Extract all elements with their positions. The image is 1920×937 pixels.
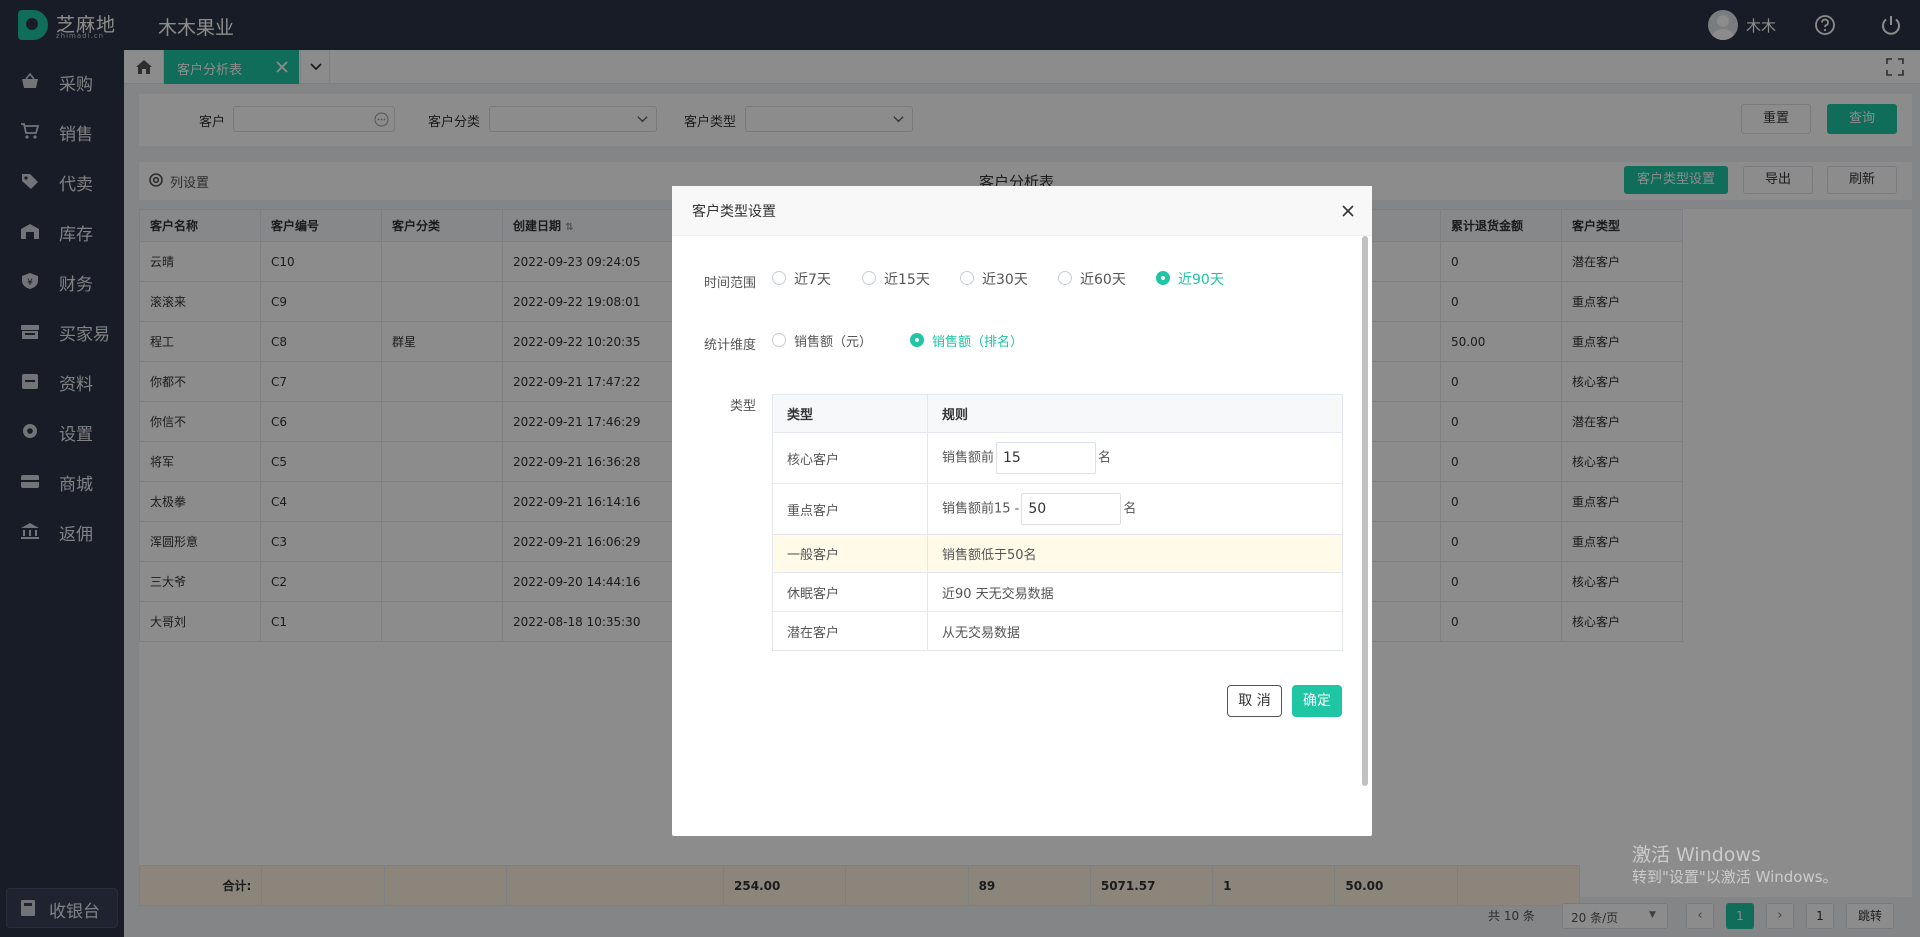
cancel-button[interactable]: 取 消 bbox=[1227, 685, 1282, 717]
rule-type: 核心客户 bbox=[772, 432, 928, 484]
radio-dot bbox=[1058, 271, 1072, 285]
rule-row-potential: 潜在客户 从无交易数据 bbox=[772, 611, 1343, 651]
rule-prefix: 销售额前 bbox=[942, 450, 995, 466]
dialog-header: 客户类型设置 bbox=[672, 186, 1372, 236]
radio-label: 近30天 bbox=[982, 272, 1028, 288]
rule-type: 潜在客户 bbox=[772, 611, 928, 651]
close-icon[interactable] bbox=[1340, 203, 1356, 219]
type-rules-table: 类型 规则 核心客户 销售额前 15 名 重点客户 销售额前15 -50 名 一般客户 … bbox=[772, 394, 1343, 651]
core-rank-input[interactable]: 15 bbox=[996, 442, 1097, 474]
customer-type-settings-dialog: 客户类型设置 时间范围 近7天 近15天 近30天 近60天 近90天 统计维度… bbox=[672, 186, 1372, 836]
radio-label: 近7天 bbox=[794, 272, 831, 288]
dimension-label: 统计维度 bbox=[704, 338, 757, 353]
activation-watermark-title: 激活 Windows bbox=[1632, 844, 1761, 866]
radio-dot bbox=[910, 333, 924, 347]
dialog-title: 客户类型设置 bbox=[692, 204, 776, 220]
rule-row-key: 重点客户 销售额前15 -50 名 bbox=[772, 483, 1343, 535]
rule-value-cell: 销售额前15 -50 名 bbox=[927, 483, 1343, 535]
rule-type: 休眠客户 bbox=[772, 572, 928, 612]
rule-type: 重点客户 bbox=[772, 483, 928, 535]
rule-suffix: 名 bbox=[1098, 450, 1112, 466]
radio-dot bbox=[772, 333, 786, 347]
radio-dot bbox=[862, 271, 876, 285]
rule-row-normal: 一般客户 销售额低于50名 bbox=[772, 534, 1343, 573]
rule-suffix: 名 bbox=[1123, 501, 1137, 517]
rule-value-cell: 销售额前 15 名 bbox=[927, 432, 1343, 484]
rule-row-core: 核心客户 销售额前 15 名 bbox=[772, 432, 1343, 484]
type-label: 类型 bbox=[730, 399, 757, 414]
rule-text: 近90 天无交易数据 bbox=[927, 572, 1343, 612]
rules-header-rule: 规则 bbox=[927, 394, 1343, 433]
rule-text: 从无交易数据 bbox=[927, 611, 1343, 651]
time-range-label: 时间范围 bbox=[704, 276, 757, 291]
confirm-button[interactable]: 确定 bbox=[1292, 685, 1342, 717]
radio-dot bbox=[1156, 271, 1170, 285]
dialog-scrollbar[interactable] bbox=[1362, 236, 1368, 786]
activation-watermark-text: 转到"设置"以激活 Windows。 bbox=[1632, 868, 1838, 886]
rules-header-type: 类型 bbox=[772, 394, 928, 433]
radio-label: 近60天 bbox=[1080, 272, 1126, 288]
rule-row-dormant: 休眠客户 近90 天无交易数据 bbox=[772, 572, 1343, 612]
key-rank-input[interactable]: 50 bbox=[1021, 493, 1122, 525]
rule-prefix: 销售额前15 - bbox=[942, 501, 1020, 517]
radio-label: 近15天 bbox=[884, 272, 930, 288]
radio-label: 销售额（排名） bbox=[932, 335, 1024, 350]
radio-label: 销售额（元） bbox=[794, 335, 873, 350]
rule-type: 一般客户 bbox=[772, 534, 928, 573]
radio-dot bbox=[772, 271, 786, 285]
rule-text: 销售额低于50名 bbox=[927, 534, 1343, 573]
radio-dot bbox=[960, 271, 974, 285]
radio-label: 近90天 bbox=[1178, 272, 1224, 288]
